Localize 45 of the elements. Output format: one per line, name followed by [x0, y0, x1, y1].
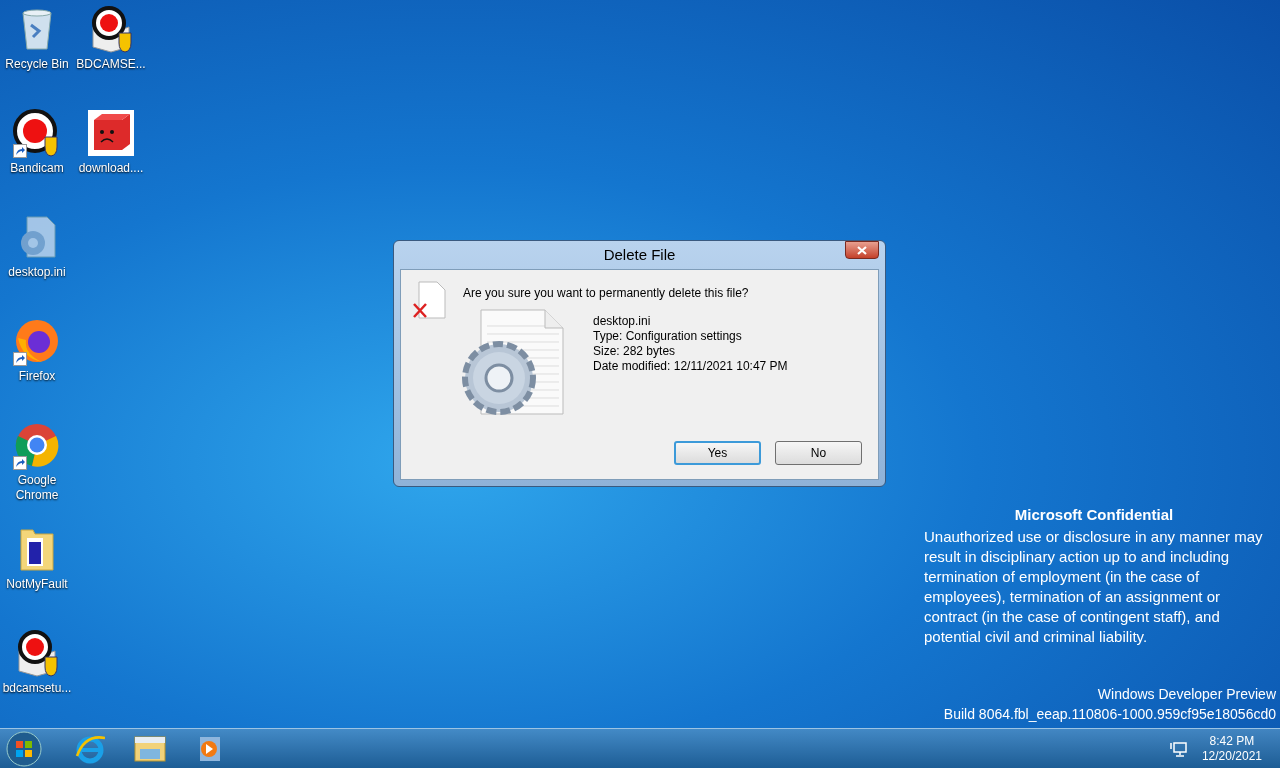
fox-globe-icon [14, 318, 60, 364]
record-icon [13, 109, 61, 157]
icon-label: Firefox [17, 369, 57, 384]
file-detail: Date modified: 12/11/2021 10:47 PM [593, 359, 788, 374]
icon-label: Recycle Bin [4, 57, 70, 72]
confidential-text: Unauthorized use or disclosure in any manner may result in disciplinary action up to and including termination of employment (in the case of employees), termination of an assignment or contract (in the case of contingent staff), and potential civil and criminal liability. [924, 526, 1264, 647]
confirm-question: Are you sure you want to permanently delete this file? [463, 285, 749, 302]
icon-label: BDCAMSE... [75, 57, 147, 72]
icon-label: desktop.ini [7, 265, 67, 280]
dialog-button[interactable]: No [775, 441, 862, 465]
network-icon [1169, 740, 1188, 757]
letter-e-globe-icon [75, 733, 105, 764]
folder-icon [134, 734, 166, 763]
clock-time: 8:42 PM [1209, 733, 1255, 749]
windows-orb-icon [6, 730, 42, 767]
desktop-icon[interactable]: NotMyFault [0, 524, 74, 628]
dialog-button[interactable]: Yes [674, 441, 761, 465]
file-delete-icon [413, 280, 447, 320]
file-detail: Type: Configuration settings [593, 329, 743, 344]
icon-label: Google Chrome [14, 473, 60, 503]
desktop-icon[interactable]: bdcamsetu... [0, 628, 74, 732]
play-icon [198, 735, 222, 762]
clock-date: 12/20/2021 [1201, 748, 1262, 764]
desktop-icon[interactable]: Bandicam [0, 108, 74, 212]
file-detail: Size: 282 bytes [593, 344, 677, 359]
confidential-title: Microsoft Confidential [1013, 505, 1175, 525]
dialog-title: Delete File [603, 244, 676, 265]
folder-icon [19, 526, 55, 572]
icon-label: download.... [77, 161, 145, 176]
build-info-text: Windows Developer Preview [1097, 685, 1276, 704]
sad-cube-icon [88, 110, 134, 156]
build-info-text: Build 8064.fbl_eeap.110806-1000.959cf95e18056cd0 [943, 705, 1276, 724]
icon-label: Bandicam [9, 161, 65, 176]
desktop-icon[interactable]: desktop.ini [0, 212, 74, 316]
desktop-icon[interactable]: Recycle Bin [0, 4, 74, 108]
desktop-icon[interactable]: Firefox [0, 316, 74, 420]
chrome-ball-icon [14, 422, 60, 468]
close-button[interactable] [845, 241, 879, 259]
desktop-icon[interactable]: download.... [74, 108, 148, 212]
file-name: desktop.ini [593, 314, 652, 329]
icon-label: bdcamsetu... [1, 681, 73, 696]
desktop-icon[interactable]: Google Chrome [0, 420, 74, 524]
close-icon [857, 245, 867, 255]
icon-label: NotMyFault [5, 577, 69, 592]
desktop-icon[interactable]: BDCAMSE... [74, 4, 148, 108]
